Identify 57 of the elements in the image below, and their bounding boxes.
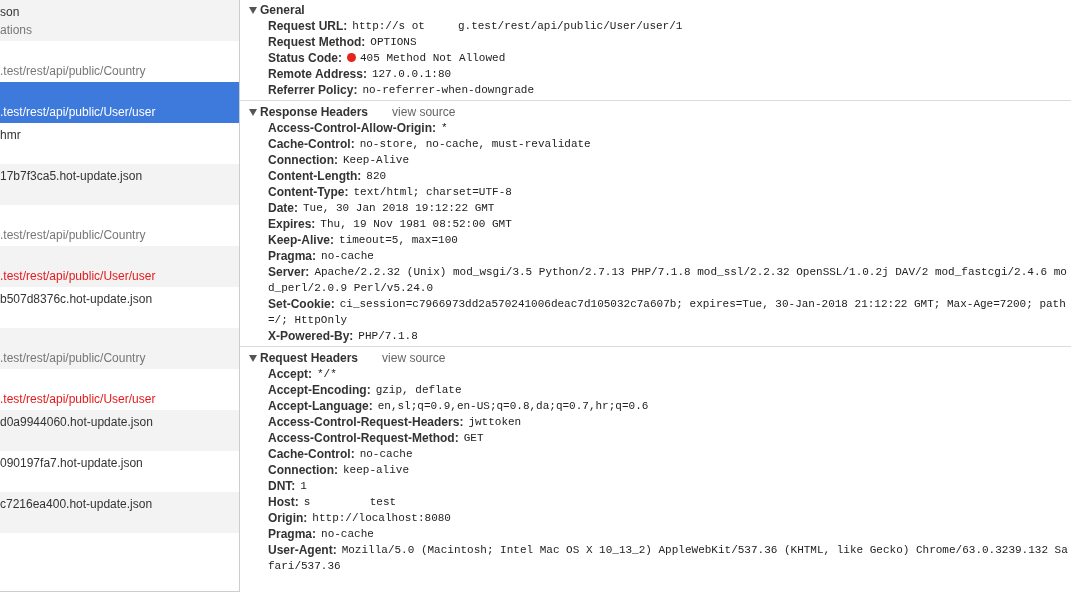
expand-triangle-icon[interactable] <box>249 6 257 14</box>
header-field: Host: s test <box>268 494 1071 510</box>
header-field: Content-Length: 820 <box>268 168 1071 184</box>
header-field: DNT: 1 <box>268 478 1071 494</box>
header-field: Expires: Thu, 19 Nov 1981 08:52:00 GMT <box>268 216 1071 232</box>
request-name: son <box>0 4 20 19</box>
request-name: c7216ea400.hot-update.json <box>0 496 153 511</box>
header-field: Pragma: no-cache <box>268 526 1071 542</box>
header-field: Referrer Policy: no-referrer-when-downgrade <box>268 82 1071 98</box>
header-field: Pragma: no-cache <box>268 248 1071 264</box>
request-name: hmr <box>0 127 21 142</box>
request-path: .test/rest/api/public/Country <box>0 350 146 365</box>
header-field: Keep-Alive: timeout=5, max=100 <box>268 232 1071 248</box>
request-path: .test/rest/api/public/Country <box>0 227 146 242</box>
header-field: Access-Control-Request-Method: GET <box>268 430 1071 446</box>
header-field: Status Code: 405 Method Not Allowed <box>268 50 1071 66</box>
header-field: Date: Tue, 30 Jan 2018 19:12:22 GMT <box>268 200 1071 216</box>
header-field: Accept-Encoding: gzip, deflate <box>268 382 1071 398</box>
request-name: 17b7f3ca5.hot-update.json <box>0 168 143 183</box>
request-name: b507d8376c.hot-update.json <box>0 291 153 306</box>
request-name: d0a9944060.hot-update.json <box>0 414 153 429</box>
header-field: X-Powered-By: PHP/7.1.8 <box>268 328 1071 344</box>
section-title: Response Headers <box>260 104 369 121</box>
header-field: Access-Control-Allow-Origin: * <box>268 120 1071 136</box>
expand-triangle-icon[interactable] <box>249 108 257 116</box>
request-row[interactable]: d0a9944060.hot-update.json <box>0 410 239 451</box>
header-field: Content-Type: text/html; charset=UTF-8 <box>268 184 1071 200</box>
view-source-link[interactable]: view source <box>392 103 456 121</box>
header-field: Access-Control-Request-Headers: jwttoken <box>268 414 1071 430</box>
header-field: Cache-Control: no-cache <box>268 446 1071 462</box>
header-field: User-Agent: Mozilla/5.0 (Macintosh; Intel Mac OS X 10_13_2) AppleWebKit/537.36 (KHTML, like Gecko) Chrome/63.0.3239.132 Safari/537.36 <box>268 542 1071 574</box>
request-row[interactable]: .test/rest/api/public/User/user <box>0 82 239 123</box>
header-field: Cache-Control: no-store, no-cache, must-revalidate <box>268 136 1071 152</box>
request-row[interactable]: 17b7f3ca5.hot-update.json <box>0 164 239 205</box>
header-field: Remote Address: 127.0.0.1:80 <box>268 66 1071 82</box>
view-source-link[interactable]: view source <box>382 349 446 367</box>
request-path: .test/rest/api/public/User/user <box>0 391 156 406</box>
request-path: ations <box>0 22 33 37</box>
request-path: .test/rest/api/public/Country <box>0 63 146 78</box>
section-title: Request Headers <box>260 350 359 367</box>
request-row[interactable]: .test/rest/api/public/Country <box>0 328 239 369</box>
header-field: Request URL: http://s ot g.test/rest/api/public/User/user/1 <box>268 18 1071 34</box>
request-row[interactable]: c7216ea400.hot-update.json <box>0 492 239 533</box>
request-row[interactable]: .test/rest/api/public/User/user <box>0 246 239 287</box>
request-path: .test/rest/api/public/User/user <box>0 104 156 119</box>
request-name: 090197fa7.hot-update.json <box>0 455 143 470</box>
header-field: Set-Cookie: ci_session=c7966973dd2a570241006deac7d105032c7a607b; expires=Tue, 30-Jan-2018 21:12:22 GMT; Max-Age=7200; path=/; HttpOnly <box>268 296 1071 328</box>
section-title: General <box>260 2 305 19</box>
header-field: Accept: */* <box>268 366 1071 382</box>
header-field: Request Method: OPTIONS <box>268 34 1071 50</box>
expand-triangle-icon[interactable] <box>249 354 257 362</box>
header-field: Connection: Keep-Alive <box>268 152 1071 168</box>
header-field: Connection: keep-alive <box>268 462 1071 478</box>
header-field: Origin: http://localhost:8080 <box>268 510 1071 526</box>
request-row[interactable]: son ations <box>0 0 239 41</box>
header-field: Accept-Language: en,sl;q=0.9,en-US;q=0.8,da;q=0.7,hr;q=0.6 <box>268 398 1071 414</box>
request-path: .test/rest/api/public/User/user <box>0 268 156 283</box>
